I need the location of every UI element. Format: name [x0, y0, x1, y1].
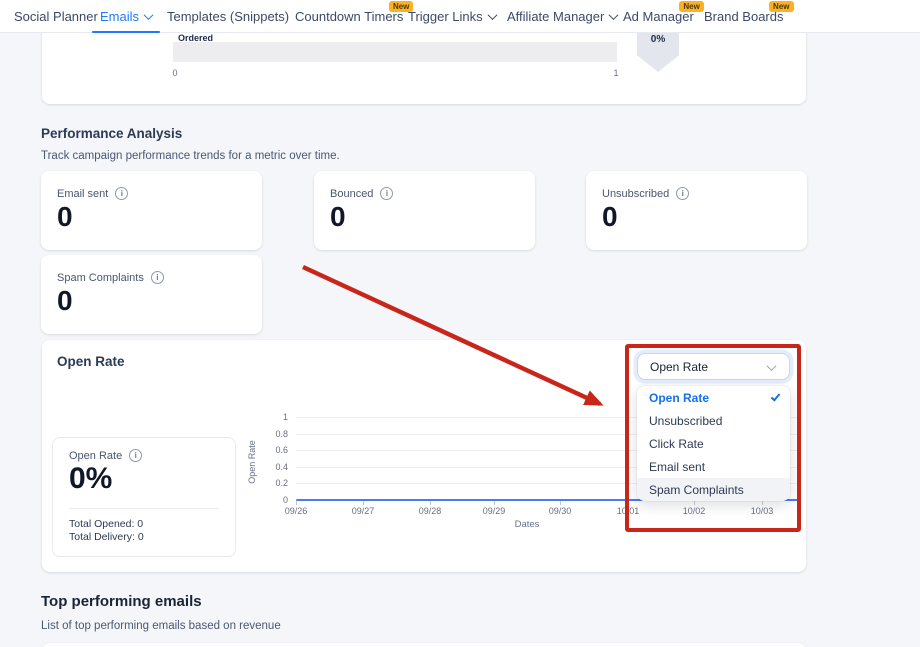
menu-item-click-rate[interactable]: Click Rate [637, 432, 790, 455]
nav-label: Countdown Timers [295, 9, 403, 24]
menu-item-open-rate[interactable]: Open Rate [637, 386, 790, 409]
x-tickmark [762, 501, 763, 505]
x-tick: 09/26 [285, 506, 308, 516]
performance-section-title: Performance Analysis [41, 126, 182, 141]
active-tab-underline [92, 31, 160, 34]
menu-item-label: Open Rate [649, 391, 709, 405]
menu-item-spam-complaints[interactable]: Spam Complaints [637, 478, 790, 501]
y-tick: 0.4 [258, 462, 288, 472]
info-icon[interactable]: i [676, 187, 689, 200]
x-tick: 09/30 [549, 506, 572, 516]
metric-card-email-sent: Email sent i 0 [41, 171, 262, 250]
chart-y-axis-label: Open Rate [247, 440, 257, 484]
nav-item-social-planner[interactable]: Social Planner [14, 0, 98, 33]
metric-select-value: Open Rate [650, 360, 708, 374]
metric-select[interactable]: Open Rate [637, 353, 790, 380]
chevron-down-icon [767, 361, 777, 371]
x-tick: 10/01 [617, 506, 640, 516]
top-emails-title: Top performing emails [41, 593, 202, 610]
y-tick: 0.2 [258, 478, 288, 488]
x-tick: 10/03 [751, 506, 774, 516]
menu-item-email-sent[interactable]: Email sent [637, 455, 790, 478]
x-tick: 10/02 [683, 506, 706, 516]
nav-item-ad-manager[interactable]: Ad Manager New [623, 0, 694, 33]
x-tick: 09/28 [419, 506, 442, 516]
x-tickmark [628, 501, 629, 505]
metric-value: 0 [330, 201, 346, 233]
new-badge: New [769, 1, 793, 12]
info-icon[interactable]: i [115, 187, 128, 200]
nav-label: Templates (Snippets) [167, 9, 289, 24]
new-badge: New [679, 1, 703, 12]
chevron-down-icon [144, 10, 154, 20]
metric-label: Email sent [57, 188, 108, 200]
x-tickmark [694, 501, 695, 505]
nav-item-templates[interactable]: Templates (Snippets) [167, 0, 289, 33]
top-emails-card [42, 643, 806, 647]
top-navbar: Social Planner Emails Templates (Snippet… [0, 0, 920, 33]
chevron-down-icon [487, 10, 497, 20]
info-icon[interactable]: i [151, 271, 164, 284]
y-tick: 0 [258, 495, 288, 505]
nav-item-affiliate-manager[interactable]: Affiliate Manager [507, 0, 617, 33]
metric-label: Spam Complaints [57, 272, 144, 284]
funnel-bar [173, 42, 617, 62]
metric-dropdown-menu: Open Rate Unsubscribed Click Rate Email … [637, 386, 790, 501]
nav-label: Emails [100, 9, 139, 24]
y-tick: 0.8 [258, 429, 288, 439]
x-tickmark [296, 501, 297, 505]
menu-item-label: Spam Complaints [649, 483, 744, 497]
nav-label: Affiliate Manager [507, 9, 604, 24]
metric-value: 0 [602, 201, 618, 233]
metric-label: Unsubscribed [602, 188, 669, 200]
x-tick: 09/27 [352, 506, 375, 516]
menu-item-label: Email sent [649, 460, 705, 474]
metric-card-bounced: Bounced i 0 [314, 171, 535, 250]
metric-card-unsubscribed: Unsubscribed i 0 [586, 171, 807, 250]
nav-item-brand-boards[interactable]: Brand Boards New [704, 0, 784, 33]
chart-x-axis-label: Dates [515, 519, 540, 530]
chevron-down-icon [609, 10, 619, 20]
menu-item-label: Unsubscribed [649, 414, 722, 428]
performance-section-subtitle: Track campaign performance trends for a … [41, 150, 340, 162]
checkmark-icon [771, 391, 781, 401]
x-tickmark [494, 501, 495, 505]
x-tickmark [430, 501, 431, 505]
info-icon[interactable]: i [380, 187, 393, 200]
funnel-stage-pct: 0% [651, 34, 665, 45]
metric-value: 0 [57, 201, 73, 233]
nav-item-countdown-timers[interactable]: Countdown Timers New [295, 0, 403, 33]
funnel-axis-min: 0 [172, 68, 177, 78]
x-tickmark [560, 501, 561, 505]
nav-label: Trigger Links [408, 9, 483, 24]
menu-item-label: Click Rate [649, 437, 704, 451]
metric-card-spam-complaints: Spam Complaints i 0 [41, 255, 262, 334]
y-tick: 1 [258, 412, 288, 422]
y-tick: 0.6 [258, 445, 288, 455]
nav-item-emails[interactable]: Emails [100, 0, 152, 33]
metric-label: Bounced [330, 188, 373, 200]
funnel-axis-max: 1 [613, 68, 618, 78]
nav-label: Social Planner [14, 9, 98, 24]
menu-item-unsubscribed[interactable]: Unsubscribed [637, 409, 790, 432]
x-tickmark [363, 501, 364, 505]
x-tick: 09/29 [483, 506, 506, 516]
nav-item-trigger-links[interactable]: Trigger Links [408, 0, 496, 33]
top-emails-subtitle: List of top performing emails based on r… [41, 620, 281, 632]
metric-value: 0 [57, 285, 73, 317]
